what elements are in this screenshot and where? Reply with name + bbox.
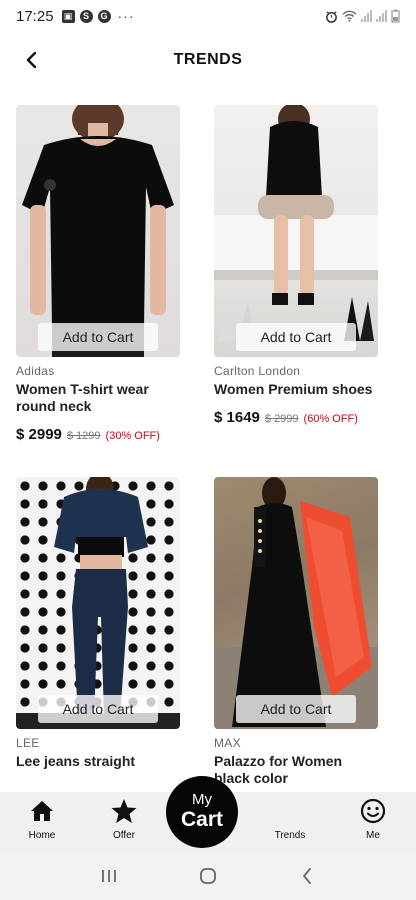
nav-trends[interactable]: Trends xyxy=(260,798,320,841)
product-name[interactable]: Palazzo for Women black color xyxy=(214,753,378,787)
image-icon: ▣ xyxy=(61,9,75,23)
add-to-cart-button[interactable]: Add to Cart xyxy=(236,695,356,723)
overflow-dots: ··· xyxy=(117,8,135,24)
battery-icon xyxy=(391,9,400,23)
cart-label-line2: Cart xyxy=(180,808,223,831)
product-name[interactable]: Lee jeans straight xyxy=(16,753,180,770)
recents-icon xyxy=(102,870,117,882)
nav-me[interactable]: Me xyxy=(343,798,403,841)
nav-offer[interactable]: Offer xyxy=(94,798,154,841)
my-cart-button[interactable]: My Cart xyxy=(166,776,238,848)
smiley-icon xyxy=(360,798,386,824)
home-icon xyxy=(31,801,53,821)
product-card[interactable]: Add to Cart Carlton London Women Premium… xyxy=(214,105,378,426)
home-circle-icon xyxy=(200,868,216,884)
add-to-cart-button[interactable]: Add to Cart xyxy=(38,695,158,723)
trends-icon xyxy=(277,798,303,824)
app-header: TRENDS xyxy=(0,36,416,84)
nav-home-label: Home xyxy=(28,830,56,841)
recents-button[interactable] xyxy=(97,864,121,888)
product-price: $ 2999 xyxy=(16,426,62,443)
status-left: 17:25 ▣ S G ··· xyxy=(16,8,135,25)
system-nav-bar xyxy=(0,852,416,900)
back-button[interactable] xyxy=(20,48,44,72)
nav-trends-label: Trends xyxy=(274,830,306,841)
price-row: $ 1649 $ 2999 (60% OFF) xyxy=(214,409,378,426)
product-price: $ 1649 xyxy=(214,409,260,426)
status-time: 17:25 xyxy=(16,7,54,25)
product-brand: Carlton London xyxy=(214,364,301,378)
product-card[interactable]: Add to Cart Adidas Women T-shirt wear ro… xyxy=(16,105,180,443)
status-bar: 17:25 ▣ S G ··· xyxy=(0,0,416,32)
g-icon: G xyxy=(97,9,111,23)
product-mrp: $ 1299 xyxy=(66,430,101,442)
product-brand: Adidas xyxy=(16,364,55,378)
cart-label-line1: My xyxy=(192,791,212,808)
signal-icon xyxy=(361,10,372,22)
add-to-cart-button[interactable]: Add to Cart xyxy=(38,323,158,351)
product-name[interactable]: Women Premium shoes xyxy=(214,381,378,398)
product-image[interactable]: Add to Cart xyxy=(214,477,378,729)
chevron-left-icon xyxy=(26,51,37,69)
product-mrp: $ 2999 xyxy=(264,413,299,425)
home-system-button[interactable] xyxy=(196,864,220,888)
product-photo-shoes xyxy=(214,105,378,341)
price-row: $ 2999 $ 1299 (30% OFF) xyxy=(16,426,180,443)
product-discount: (30% OFF) xyxy=(105,430,160,442)
product-image[interactable]: Add to Cart xyxy=(16,477,180,729)
signal-icon-2 xyxy=(376,10,387,22)
star-icon xyxy=(111,799,137,823)
wifi-icon xyxy=(342,10,357,22)
product-brand: MAX xyxy=(214,736,241,750)
product-image[interactable]: Add to Cart xyxy=(16,105,180,357)
status-right xyxy=(325,9,400,23)
page-title: TRENDS xyxy=(173,51,243,68)
product-brand: LEE xyxy=(16,736,40,750)
product-photo-tshirt xyxy=(22,105,174,357)
product-card[interactable]: Add to Cart LEE Lee jeans straight xyxy=(16,477,180,770)
product-image[interactable]: Add to Cart xyxy=(214,105,378,357)
nav-me-label: Me xyxy=(366,830,380,841)
nav-offer-label: Offer xyxy=(112,830,136,841)
back-system-icon xyxy=(302,868,311,884)
add-to-cart-button[interactable]: Add to Cart xyxy=(236,323,356,351)
product-discount: (60% OFF) xyxy=(303,413,358,425)
product-card[interactable]: Add to Cart MAX Palazzo for Women black … xyxy=(214,477,378,787)
product-photo-jeans xyxy=(16,477,180,729)
nav-home[interactable]: Home xyxy=(12,798,72,841)
alarm-icon xyxy=(326,10,337,23)
product-name[interactable]: Women T-shirt wear round neck xyxy=(16,381,180,415)
skype-icon: S xyxy=(79,9,93,23)
back-system-button[interactable] xyxy=(295,864,319,888)
product-photo-palazzo xyxy=(214,477,378,729)
